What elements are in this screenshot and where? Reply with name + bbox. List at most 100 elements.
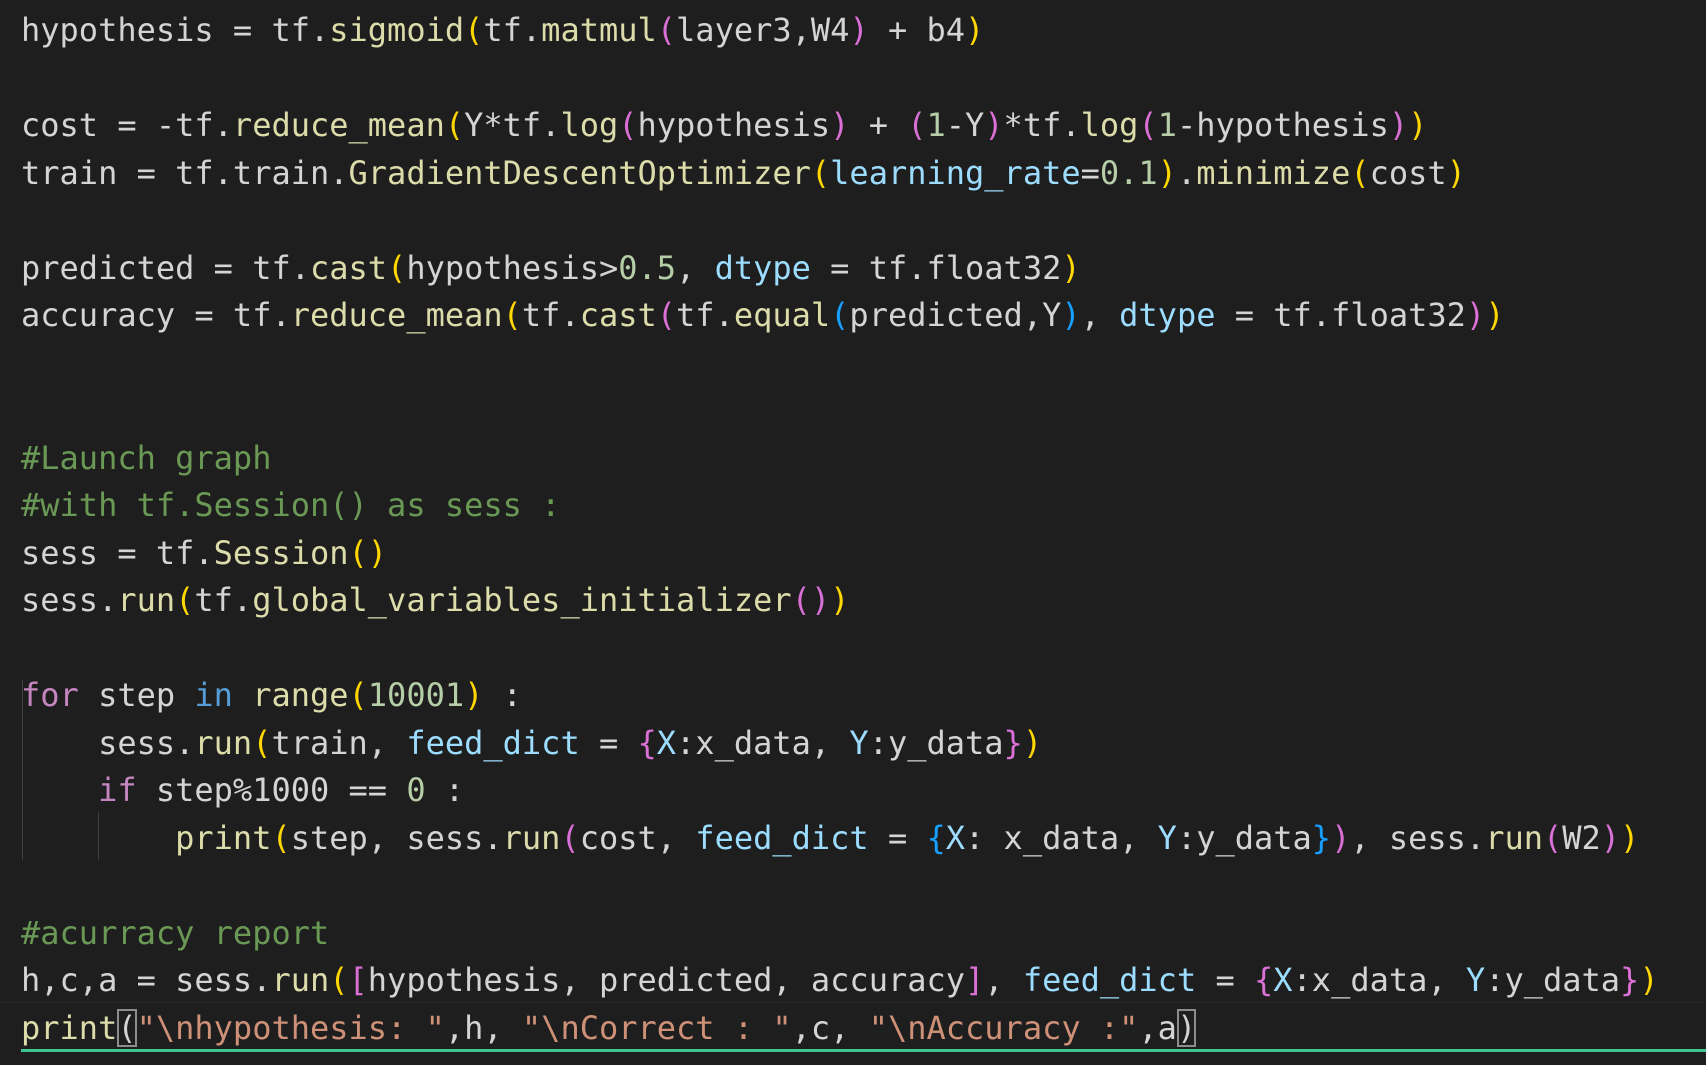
code-token: ): [1465, 296, 1486, 334]
code-token: :y_data: [1176, 818, 1312, 857]
code-token: ): [1388, 106, 1409, 144]
code-line[interactable]: accuracy = tf.reduce_mean(tf.cast(tf.equ…: [21, 292, 1659, 340]
code-token: ): [984, 106, 1004, 144]
code-line[interactable]: [21, 862, 1659, 910]
code-line[interactable]: #acurracy report: [21, 910, 1659, 958]
code-token: ]: [965, 961, 985, 999]
code-token: step, sess.: [290, 818, 503, 857]
code-line[interactable]: hypothesis = tf.sigmoid(tf.matmul(layer3…: [21, 7, 1659, 55]
code-token: ): [1157, 153, 1177, 192]
code-line[interactable]: sess.run(tf.global_variables_initializer…: [21, 577, 1659, 625]
code-token: + b4: [868, 11, 966, 49]
code-line[interactable]: print("\nhypothesis: ",h, "\nCorrect : "…: [21, 1005, 1706, 1052]
code-token: cost = -tf.: [21, 106, 233, 144]
code-token: ): [1600, 818, 1621, 857]
code-token: layer3,W4: [676, 11, 850, 49]
code-token: hypothesis, predicted, accuracy: [367, 961, 966, 999]
code-line[interactable]: h,c,a = sess.run([hypothesis, predicted,…: [21, 957, 1659, 1005]
code-token: sess.: [21, 723, 195, 762]
code-token: cost: [1369, 153, 1447, 192]
code-token: X: [1273, 961, 1293, 999]
code-token: ,a: [1138, 1008, 1177, 1047]
code-token: X: [945, 818, 966, 857]
code-token: (: [560, 818, 580, 857]
code-token: ): [830, 106, 850, 144]
code-token: reduce_mean: [290, 296, 503, 334]
code-token: (: [464, 11, 484, 49]
code-token: h,c,a = sess.: [21, 961, 272, 999]
code-token: 1: [926, 106, 946, 144]
code-token: predicted,Y: [849, 296, 1062, 334]
code-line[interactable]: [21, 625, 1659, 673]
code-token: #acurracy report: [21, 913, 330, 952]
code-token: tf.: [194, 581, 253, 619]
code-token: "\nCorrect : ": [521, 1008, 792, 1047]
code-token: #with tf.Session() as sess :: [21, 486, 561, 524]
code-token: }: [1620, 961, 1640, 999]
code-token: [: [348, 961, 368, 999]
code-token: ,h,: [444, 1008, 522, 1047]
code-token: print: [175, 818, 272, 857]
code-token: ): [1176, 1008, 1197, 1047]
code-token: = tf.float32: [1215, 296, 1466, 334]
code-token: predicted = tf.: [21, 248, 310, 287]
code-token: (: [117, 1008, 137, 1047]
code-token: (: [1350, 153, 1370, 192]
code-line[interactable]: sess.run(train, feed_dict = {X:x_data, Y…: [21, 720, 1659, 768]
code-token: (: [444, 106, 465, 144]
code-token: (: [618, 106, 638, 144]
code-editor[interactable]: hypothesis = tf.sigmoid(tf.matmul(layer3…: [0, 0, 1706, 1065]
code-token: {: [637, 723, 657, 762]
code-token: Y: [849, 723, 869, 762]
code-token: sess = tf.: [21, 533, 214, 572]
code-token: log: [1080, 106, 1139, 144]
code-token: ): [1620, 818, 1640, 857]
code-line[interactable]: #with tf.Session() as sess :: [21, 482, 1659, 530]
code-token: (: [175, 581, 195, 619]
code-line[interactable]: train = tf.train.GradientDescentOptimize…: [21, 150, 1659, 198]
code-line[interactable]: [21, 197, 1659, 245]
code-line[interactable]: predicted = tf.cast(hypothesis>0.5, dtyp…: [21, 245, 1659, 293]
code-line[interactable]: [21, 340, 1659, 388]
code-token: (: [656, 11, 677, 49]
code-line[interactable]: [21, 55, 1659, 103]
code-token: :: [425, 771, 465, 809]
code-line[interactable]: cost = -tf.reduce_mean(Y*tf.log(hypothes…: [21, 102, 1659, 150]
code-line[interactable]: sess = tf.Session(): [21, 530, 1659, 578]
code-line[interactable]: #Launch graph: [21, 435, 1659, 483]
code-token: reduce_mean: [232, 106, 445, 144]
code-token: (: [271, 818, 291, 857]
code-token: run: [502, 818, 561, 857]
code-token: :y_data: [1485, 961, 1621, 999]
code-token: tf.: [521, 296, 580, 334]
code-text[interactable]: hypothesis = tf.sigmoid(tf.matmul(layer3…: [21, 7, 1706, 1052]
code-line[interactable]: print(step, sess.run(cost, feed_dict = {…: [21, 815, 1659, 863]
code-token: dtype: [714, 248, 811, 287]
code-token: cast: [309, 248, 388, 287]
code-token: ): [1485, 296, 1505, 334]
code-token: -Y: [945, 106, 985, 144]
code-token: range: [252, 676, 349, 714]
code-token: =: [868, 818, 927, 857]
code-token: =: [1196, 961, 1254, 999]
code-line[interactable]: for step in range(10001) :: [21, 672, 1659, 720]
code-token: ): [1022, 723, 1043, 762]
code-token: tf.: [676, 296, 734, 334]
code-line[interactable]: if step%1000 == 0 :: [21, 767, 1659, 815]
code-token: Y: [1465, 961, 1486, 999]
code-token: in: [194, 676, 233, 714]
code-token: :x_data,: [1292, 961, 1466, 999]
code-token: tf.: [483, 11, 542, 49]
code-token: dtype: [1119, 296, 1216, 334]
code-token: =: [579, 723, 638, 762]
code-token: (: [1138, 106, 1158, 144]
code-token: 10001: [367, 676, 465, 714]
code-token: #Launch graph: [21, 438, 272, 477]
code-line[interactable]: [21, 387, 1659, 435]
code-token: (: [502, 296, 522, 334]
code-token: ): [1408, 106, 1428, 144]
code-token: .: [1176, 153, 1197, 192]
code-token: ): [965, 11, 985, 49]
code-token: ): [1446, 153, 1466, 192]
